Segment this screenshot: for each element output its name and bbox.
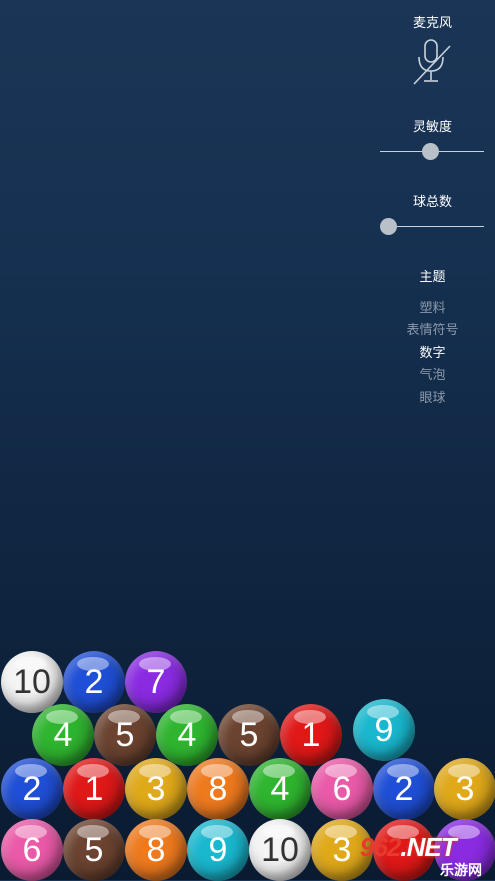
number-ball[interactable]: 3 (434, 758, 495, 820)
number-ball[interactable]: 2 (373, 758, 435, 820)
ball-number: 3 (332, 830, 352, 869)
number-ball[interactable]: 10 (1, 651, 63, 713)
number-ball[interactable]: 1 (63, 758, 125, 820)
number-ball[interactable]: 8 (125, 819, 187, 881)
watermark-logo: 962.NET (360, 832, 457, 862)
theme-option[interactable]: 塑料 (370, 297, 495, 316)
ball-number: 10 (261, 830, 299, 869)
ball-number: 2 (84, 662, 104, 701)
sensitivity-label: 灵敏度 (412, 120, 452, 135)
theme-option[interactable]: 数字 (370, 342, 495, 361)
number-ball[interactable]: 9 (353, 699, 415, 761)
microphone-off-icon[interactable] (412, 38, 452, 86)
number-ball[interactable]: 2 (63, 651, 125, 713)
ball-number: 2 (22, 769, 42, 808)
ball-number: 4 (270, 769, 290, 808)
ball-number: 6 (332, 769, 352, 808)
ball-number: 4 (53, 715, 73, 754)
number-ball[interactable]: 5 (94, 704, 156, 766)
number-ball[interactable]: 4 (32, 704, 94, 766)
ball-number: 8 (146, 830, 166, 869)
theme-option[interactable]: 眼球 (370, 387, 495, 406)
theme-label: 主题 (419, 270, 446, 285)
ball-number: 8 (208, 769, 228, 808)
ball-number: 3 (146, 769, 166, 808)
ball-number: 7 (146, 662, 166, 701)
ball-number: 5 (239, 715, 259, 754)
site-watermark: 962.NET 乐游网 (356, 830, 495, 880)
number-ball[interactable]: 5 (63, 819, 125, 881)
ball-number: 2 (394, 769, 414, 808)
ball-number: 5 (115, 715, 135, 754)
theme-option[interactable]: 表情符号 (370, 319, 495, 338)
sensitivity-slider-thumb[interactable] (421, 143, 439, 160)
ball-number: 9 (208, 830, 228, 869)
number-ball[interactable]: 4 (156, 704, 218, 766)
theme-option[interactable]: 气泡 (370, 364, 495, 383)
number-ball[interactable]: 8 (187, 758, 249, 820)
sensitivity-slider[interactable] (380, 143, 484, 161)
watermark-subtitle: 乐游网 (440, 863, 482, 879)
number-ball[interactable]: 10 (249, 819, 311, 881)
ball-number: 9 (374, 710, 394, 749)
number-ball[interactable]: 9 (187, 819, 249, 881)
number-ball[interactable]: 3 (125, 758, 187, 820)
number-ball[interactable]: 1 (280, 704, 342, 766)
number-ball[interactable]: 5 (218, 704, 280, 766)
ball-number: 4 (177, 715, 197, 754)
ball-number: 1 (84, 769, 104, 808)
ball-number: 5 (84, 830, 104, 869)
number-ball[interactable]: 6 (311, 758, 373, 820)
ball-number: 1 (301, 715, 321, 754)
number-ball[interactable]: 7 (125, 651, 187, 713)
number-ball[interactable]: 4 (249, 758, 311, 820)
microphone-label: 麦克风 (412, 16, 452, 31)
ball-number: 6 (22, 830, 42, 869)
ball-number: 3 (455, 769, 475, 808)
number-ball[interactable]: 2 (1, 758, 63, 820)
ball-count-slider-thumb[interactable] (380, 218, 397, 235)
ball-number: 10 (13, 662, 51, 701)
number-ball[interactable]: 6 (1, 819, 63, 881)
ball-count-label: 球总数 (412, 195, 452, 210)
ball-count-slider[interactable] (380, 218, 484, 236)
